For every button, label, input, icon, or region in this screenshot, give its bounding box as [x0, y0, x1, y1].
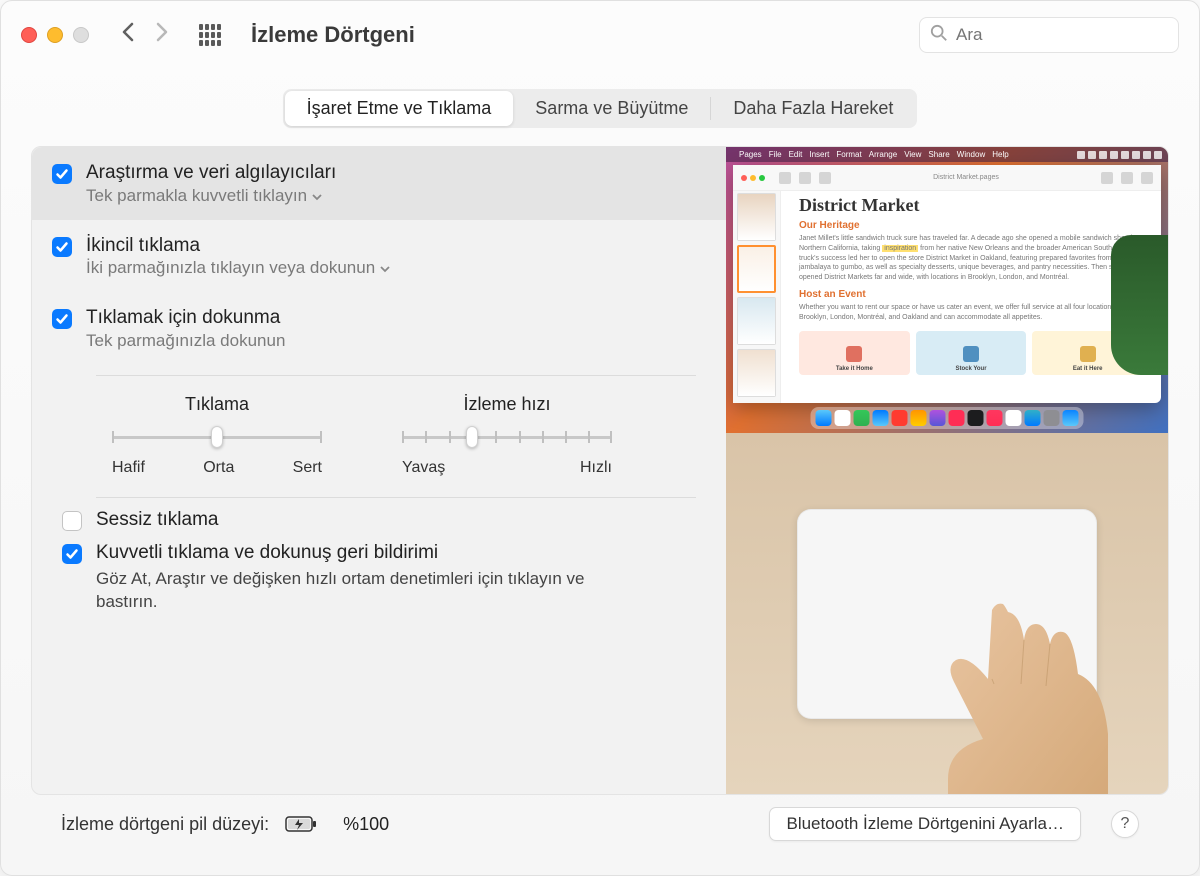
force-click-label: Kuvvetli tıklama ve dokunuş geri bildiri… [96, 541, 616, 564]
slider-tracking-track[interactable] [402, 425, 612, 449]
slider-tracking-label: İzleme hızı [463, 394, 550, 415]
slider-tracking-min: Yavaş [402, 459, 445, 477]
option-tap-title: Tıklamak için dokunma [86, 306, 285, 331]
close-button[interactable] [21, 27, 37, 43]
slider-tracking-max: Hızlı [580, 459, 612, 477]
option-secondary-click[interactable]: İkincil tıklama İki parmağınızla tıklayı… [32, 220, 726, 293]
tab-more-gestures[interactable]: Daha Fazla Hareket [711, 91, 915, 126]
preview-trackpad-area [726, 433, 1168, 794]
tab-scroll-zoom[interactable]: Sarma ve Büyütme [513, 91, 710, 126]
sliders-row: Tıklama Hafif Orta Sert [32, 376, 726, 487]
slider-click-label: Tıklama [185, 394, 249, 415]
titlebar: İzleme Dörtgeni [1, 1, 1199, 69]
option-force-click[interactable]: Kuvvetli tıklama ve dokunuş geri bildiri… [96, 541, 696, 614]
slider-click-track[interactable] [112, 425, 322, 449]
option-silent-click[interactable]: Sessiz tıklama [96, 508, 696, 531]
preview-menubar: PagesFileEditInsertFormatArrangeViewShar… [726, 147, 1168, 162]
silent-click-label: Sessiz tıklama [96, 508, 218, 531]
forward-button [155, 21, 169, 50]
options-list: Araştırma ve veri algılayıcıları Tek par… [32, 147, 726, 794]
bottom-options: Sessiz tıklama Kuvvetli tıklama ve dokun… [32, 498, 726, 634]
option-secondary-title: İkincil tıklama [86, 234, 390, 259]
setup-bluetooth-button[interactable]: Bluetooth İzleme Dörtgenini Ayarla… [769, 807, 1081, 841]
checkbox-lookup[interactable] [52, 164, 72, 184]
option-lookup[interactable]: Araştırma ve veri algılayıcıları Tek par… [32, 147, 726, 220]
option-lookup-sub[interactable]: Tek parmakla kuvvetli tıklayın [86, 186, 336, 206]
show-all-icon[interactable] [199, 24, 221, 46]
chevron-down-icon [380, 258, 390, 278]
window-controls [21, 27, 89, 43]
option-tap-sub: Tek parmağınızla dokunun [86, 331, 285, 351]
search-input[interactable] [956, 25, 1177, 45]
battery-icon [285, 815, 317, 833]
help-button[interactable]: ? [1111, 810, 1139, 838]
option-tap-to-click[interactable]: Tıklamak için dokunma Tek parmağınızla d… [32, 292, 726, 365]
preferences-window: İzleme Dörtgeni İşaret Etme ve Tıklama S… [0, 0, 1200, 876]
tab-bar: İşaret Etme ve Tıklama Sarma ve Büyütme … [283, 89, 918, 128]
zoom-button [73, 27, 89, 43]
gesture-preview: PagesFileEditInsertFormatArrangeViewShar… [726, 147, 1168, 794]
checkbox-force[interactable] [62, 544, 82, 564]
slider-click: Tıklama Hafif Orta Sert [112, 394, 322, 477]
option-lookup-title: Araştırma ve veri algılayıcıları [86, 161, 336, 186]
back-button[interactable] [121, 21, 135, 50]
hand-icon [908, 584, 1108, 795]
slider-click-mid: Orta [203, 459, 234, 477]
force-click-desc: Göz At, Araştır ve değişken hızlı ortam … [96, 568, 616, 614]
slider-click-min: Hafif [112, 459, 145, 477]
slider-click-max: Sert [293, 459, 322, 477]
tab-point-click[interactable]: İşaret Etme ve Tıklama [285, 91, 514, 126]
footer: İzleme dörtgeni pil düzeyi: %100 Bluetoo… [31, 795, 1169, 853]
preview-desktop: PagesFileEditInsertFormatArrangeViewShar… [726, 147, 1168, 433]
content-area: İşaret Etme ve Tıklama Sarma ve Büyütme … [1, 69, 1199, 875]
preview-doc-title: District Market [799, 195, 1143, 216]
chevron-down-icon [312, 186, 322, 206]
search-icon [930, 24, 948, 47]
battery-value: %100 [343, 814, 389, 835]
slider-tracking: İzleme hızı [402, 394, 612, 477]
battery-label: İzleme dörtgeni pil düzeyi: [61, 814, 269, 835]
settings-panel: Araştırma ve veri algılayıcıları Tek par… [31, 146, 1169, 795]
nav-arrows [121, 21, 169, 50]
checkbox-tap[interactable] [52, 309, 72, 329]
window-title: İzleme Dörtgeni [251, 22, 907, 48]
preview-app-window: District Market.pages District Market [733, 165, 1161, 403]
preview-dock [811, 407, 1084, 429]
checkbox-secondary[interactable] [52, 237, 72, 257]
minimize-button[interactable] [47, 27, 63, 43]
option-secondary-sub[interactable]: İki parmağınızla tıklayın veya dokunun [86, 258, 390, 278]
search-box[interactable] [919, 17, 1179, 53]
checkbox-silent[interactable] [62, 511, 82, 531]
